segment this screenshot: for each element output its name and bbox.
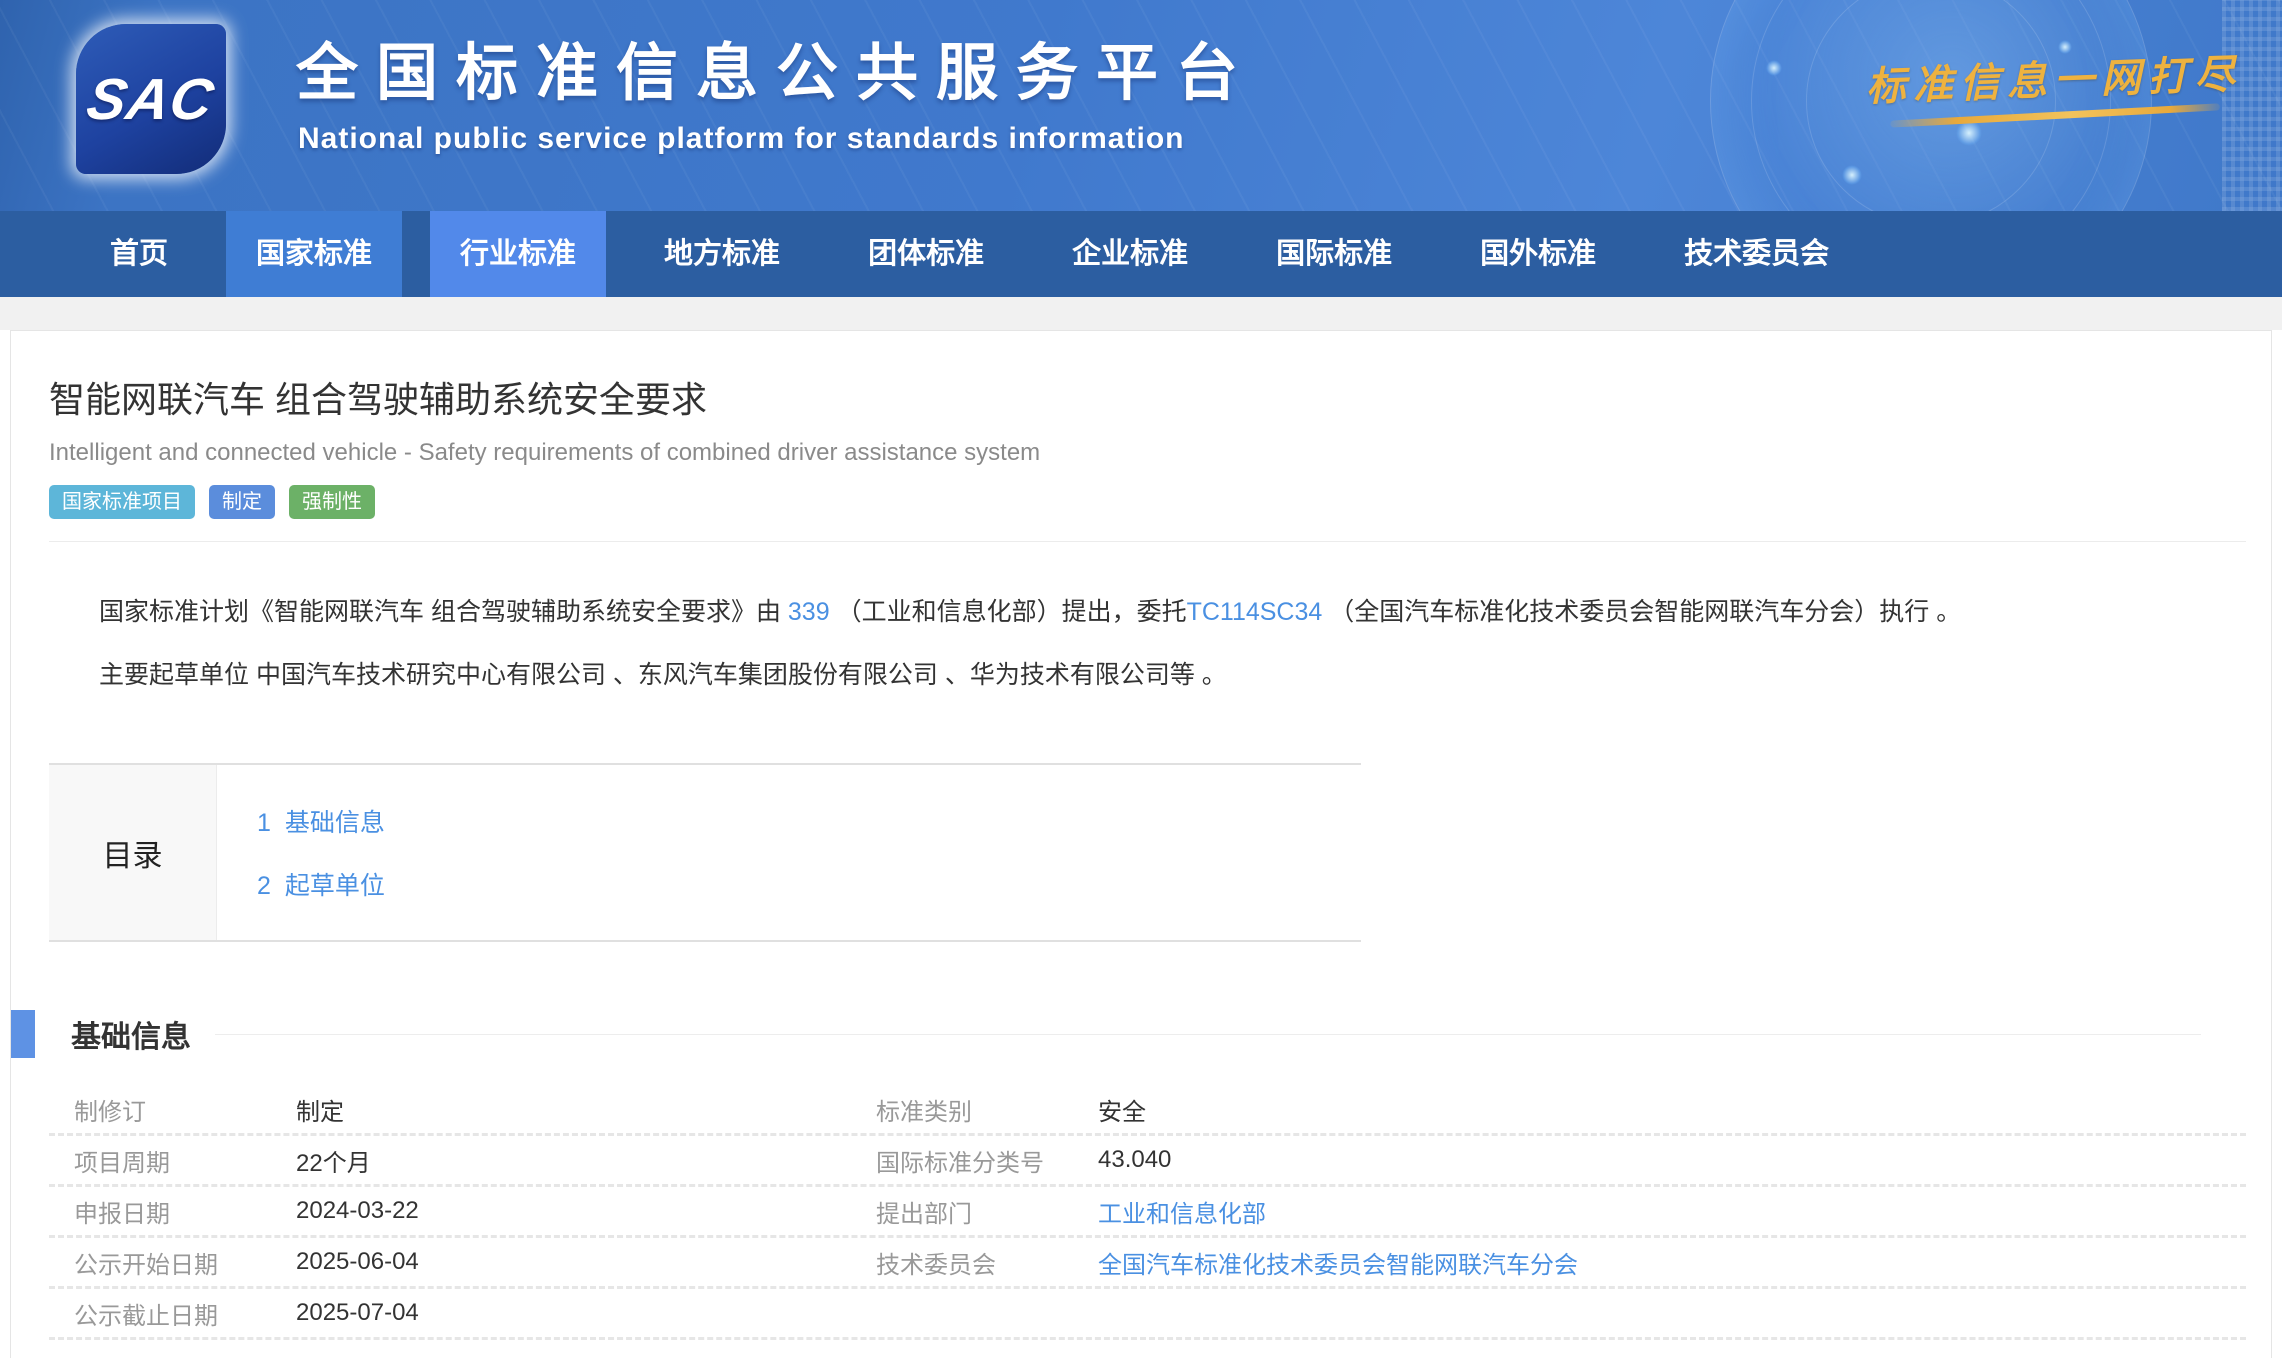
glow-dot bbox=[1842, 165, 1862, 185]
link-technical-committee[interactable]: 全国汽车标准化技术委员会智能网联汽车分会 bbox=[1098, 1245, 2246, 1280]
toc-heading-cell: 目录 bbox=[49, 765, 217, 940]
toc-link-basic-info[interactable]: 1基础信息 bbox=[257, 803, 385, 839]
site-banner: SAC 全国标准信息公共服务平台 National public service… bbox=[0, 0, 2282, 211]
nav-item-local-standards[interactable]: 地方标准 bbox=[634, 211, 810, 297]
row-label: 制修订 bbox=[74, 1092, 296, 1127]
glow-dot bbox=[1766, 60, 1782, 76]
nav-item-home[interactable]: 首页 bbox=[80, 211, 198, 297]
table-row: 公示截止日期 2025-07-04 bbox=[49, 1289, 2246, 1340]
summary-paragraphs: 国家标准计划《智能网联汽车 组合驾驶辅助系统安全要求》由 339 （工业和信息化… bbox=[49, 586, 2246, 701]
nav-item-industry-standards[interactable]: 行业标准 bbox=[430, 211, 606, 297]
sac-logo-text: SAC bbox=[82, 66, 219, 133]
page-title: 智能网联汽车 组合驾驶辅助系统安全要求 bbox=[49, 371, 2246, 423]
banner-titles: 全国标准信息公共服务平台 National public service pla… bbox=[296, 22, 1256, 156]
toc-heading: 目录 bbox=[103, 831, 163, 875]
paragraph-text: 国家标准计划《智能网联汽车 组合驾驶辅助系统安全要求》由 bbox=[99, 598, 788, 626]
title-divider bbox=[49, 541, 2246, 542]
main-nav: 首页 国家标准 行业标准 地方标准 团体标准 企业标准 国际标准 国外标准 技术… bbox=[0, 211, 2282, 297]
nav-item-foreign-standards[interactable]: 国外标准 bbox=[1450, 211, 1626, 297]
row-value: 2024-03-22 bbox=[296, 1197, 876, 1225]
link-ministry-of-industry[interactable]: 工业和信息化部 bbox=[1098, 1194, 2246, 1229]
paragraph-text: （全国汽车标准化技术委员会智能网联汽车分会）执行 。 bbox=[1322, 598, 1961, 626]
table-row: 申报日期 2024-03-22 提出部门 工业和信息化部 bbox=[49, 1187, 2246, 1238]
row-value: 2025-06-04 bbox=[296, 1248, 876, 1276]
toc-link-drafting-units[interactable]: 2起草单位 bbox=[257, 866, 385, 902]
content-card: 智能网联汽车 组合驾驶辅助系统安全要求 Intelligent and conn… bbox=[10, 330, 2272, 1358]
section-accent-bar bbox=[11, 1010, 35, 1058]
sac-logo[interactable]: SAC bbox=[76, 24, 226, 174]
row-label: 公示截止日期 bbox=[74, 1296, 296, 1331]
row-label: 公示开始日期 bbox=[74, 1245, 296, 1280]
nav-item-international-standards[interactable]: 国际标准 bbox=[1246, 211, 1422, 297]
row-label: 申报日期 bbox=[74, 1194, 296, 1229]
nav-item-technical-committees[interactable]: 技术委员会 bbox=[1654, 211, 1859, 297]
row-label: 国际标准分类号 bbox=[876, 1143, 1098, 1178]
table-row: 制修订 制定 标准类别 安全 bbox=[49, 1085, 2246, 1136]
row-label: 标准类别 bbox=[876, 1092, 1098, 1127]
slogan-text: 标准信息一网打尽 bbox=[1865, 41, 2243, 112]
summary-paragraph-1: 国家标准计划《智能网联汽车 组合驾驶辅助系统安全要求》由 339 （工业和信息化… bbox=[49, 586, 2246, 639]
section-title: 基础信息 bbox=[71, 1012, 191, 1056]
nav-item-national-standards[interactable]: 国家标准 bbox=[226, 211, 402, 297]
badge-row: 国家标准项目 制定 强制性 bbox=[49, 485, 2246, 519]
nav-item-group-standards[interactable]: 团体标准 bbox=[838, 211, 1014, 297]
row-value: 43.040 bbox=[1098, 1146, 2246, 1174]
page-gutter bbox=[0, 297, 2282, 330]
section-header-rule bbox=[215, 1034, 2201, 1035]
banner-slogan: 标准信息一网打尽 bbox=[1865, 41, 2243, 125]
row-label: 提出部门 bbox=[876, 1194, 1098, 1229]
summary-paragraph-2: 主要起草单位 中国汽车技术研究中心有限公司 、东风汽车集团股份有限公司 、华为技… bbox=[49, 649, 2246, 702]
row-label: 项目周期 bbox=[74, 1143, 296, 1178]
toc-links: 1基础信息 2起草单位 bbox=[217, 765, 385, 940]
badge-formulate: 制定 bbox=[209, 485, 275, 519]
paragraph-text: （工业和信息化部）提出，委托 bbox=[830, 598, 1187, 626]
table-row: 公示开始日期 2025-06-04 技术委员会 全国汽车标准化技术委员会智能网联… bbox=[49, 1238, 2246, 1289]
row-value: 安全 bbox=[1098, 1092, 2246, 1127]
row-value: 2025-07-04 bbox=[296, 1299, 876, 1327]
row-value: 制定 bbox=[296, 1092, 876, 1127]
basic-info-table: 制修订 制定 标准类别 安全 项目周期 22个月 国际标准分类号 43.040 … bbox=[49, 1085, 2246, 1340]
table-row: 项目周期 22个月 国际标准分类号 43.040 bbox=[49, 1136, 2246, 1187]
badge-mandatory: 强制性 bbox=[289, 485, 375, 519]
page-subtitle-english: Intelligent and connected vehicle - Safe… bbox=[49, 439, 2246, 467]
site-subtitle: National public service platform for sta… bbox=[298, 122, 1256, 156]
badge-national-standard-project: 国家标准项目 bbox=[49, 485, 195, 519]
link-tc114sc34[interactable]: TC114SC34 bbox=[1187, 598, 1323, 626]
nav-item-enterprise-standards[interactable]: 企业标准 bbox=[1042, 211, 1218, 297]
site-title: 全国标准信息公共服务平台 bbox=[296, 22, 1256, 112]
basic-info-section-header: 基础信息 bbox=[11, 1010, 2246, 1058]
row-label: 技术委员会 bbox=[876, 1245, 1098, 1280]
row-value: 22个月 bbox=[296, 1143, 876, 1178]
link-339[interactable]: 339 bbox=[788, 598, 830, 626]
table-of-contents: 目录 1基础信息 2起草单位 bbox=[49, 763, 1361, 942]
